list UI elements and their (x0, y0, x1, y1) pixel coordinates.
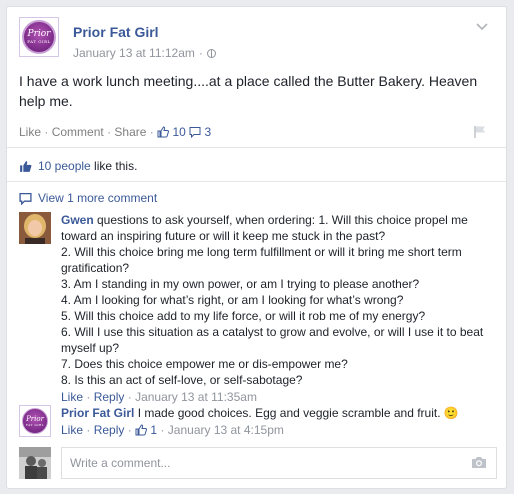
action-dot: · (149, 125, 154, 139)
comment-timestamp[interactable]: January 13 at 11:35am (135, 390, 257, 404)
comment-line: 7. Does this choice empower me or dis-em… (61, 357, 348, 371)
thumbs-up-icon (157, 126, 170, 138)
comment-like-button[interactable]: Like (61, 390, 83, 404)
likes-count-link[interactable]: 10 people (38, 159, 91, 173)
divider (7, 147, 506, 148)
action-dot: · (107, 125, 112, 139)
comment-text: I made good choices. Egg and veggie scra… (134, 406, 441, 420)
comment-line: 5. Will this choice add to my life force… (61, 309, 426, 323)
action-dot: · (44, 125, 49, 139)
logo-text-line2: FAT GIRL (25, 422, 45, 427)
smile-emoji: 🙂 (443, 406, 459, 420)
thumbs-up-icon (20, 160, 32, 172)
page-avatar[interactable]: Prior FAT GIRL (19, 17, 59, 57)
likes-summary: 10 people like this. (19, 157, 137, 175)
action-dot: · (86, 423, 91, 437)
comment-text: questions to ask yourself, when ordering… (61, 213, 468, 243)
comment-line: 6. Will I use this situation as a cataly… (61, 325, 484, 355)
post-comment-count[interactable]: 3 (205, 125, 212, 139)
comment-bubble-icon (19, 192, 32, 205)
comment-actions: Like · Reply · January 13 at 11:35am (61, 389, 496, 405)
post-card: Prior FAT GIRL Prior Fat Girl January 13… (6, 6, 507, 489)
comment-like-count[interactable]: 1 (150, 423, 157, 437)
view-more-comments[interactable]: View 1 more comment (19, 189, 157, 207)
likes-suffix: like this. (90, 159, 138, 173)
comment-reply-button[interactable]: Reply (94, 423, 125, 437)
comment-actions: Like · Reply · 1 · January 13 at 4:15pm (61, 422, 496, 438)
camera-icon[interactable] (471, 456, 487, 469)
action-dot: · (86, 390, 91, 404)
meta-separator: · (198, 46, 203, 60)
view-more-label[interactable]: View 1 more comment (38, 191, 157, 205)
flag-icon[interactable] (473, 125, 487, 139)
action-dot: · (127, 423, 132, 437)
post-actions: Like · Comment · Share · 10 3 (19, 125, 495, 141)
comment-body: Gwen questions to ask yourself, when ord… (61, 212, 496, 405)
comment-line: 4. Am I looking for what’s right, or am … (61, 293, 404, 307)
comment-bubble-icon (189, 127, 201, 138)
comment-line: 3. Am I standing in my own power, or am … (61, 277, 420, 291)
globe-icon (206, 48, 216, 58)
chevron-down-icon[interactable] (476, 23, 488, 31)
post-like-count[interactable]: 10 (172, 125, 185, 139)
comment-input[interactable]: Write a comment... (61, 447, 497, 479)
commenter-photo (19, 212, 51, 244)
comment-reply-button[interactable]: Reply (94, 390, 125, 404)
divider (7, 181, 506, 182)
comment-line: 8. Is this an act of self-love, or self-… (61, 373, 303, 387)
post-timestamp[interactable]: January 13 at 11:12am (73, 46, 195, 60)
comment-item: Prior FAT GIRL Prior Fat Girl I made goo… (19, 405, 496, 441)
current-user-photo (19, 447, 51, 479)
logo-text-line2: FAT GIRL (27, 39, 51, 44)
post-text: I have a work lunch meeting....at a plac… (19, 73, 478, 109)
avatar[interactable] (19, 212, 51, 244)
comment-line: 2. Will this choice bring me long term f… (61, 245, 462, 275)
logo-text-line1: Prior (27, 29, 51, 39)
avatar (19, 447, 51, 479)
thumbs-up-icon (135, 424, 148, 436)
avatar[interactable]: Prior FAT GIRL (19, 405, 51, 437)
comment-timestamp[interactable]: January 13 at 4:15pm (168, 423, 284, 437)
action-dot: · (160, 423, 165, 437)
post-header: Prior FAT GIRL Prior Fat Girl January 13… (19, 17, 496, 61)
comment-button[interactable]: Comment (52, 125, 104, 139)
comment-author[interactable]: Gwen (61, 213, 94, 227)
action-dot: · (127, 390, 132, 404)
comment-author[interactable]: Prior Fat Girl (61, 406, 134, 420)
post-author[interactable]: Prior Fat Girl (73, 24, 159, 40)
like-button[interactable]: Like (19, 125, 41, 139)
comment-body: Prior Fat Girl I made good choices. Egg … (61, 405, 496, 438)
share-button[interactable]: Share (114, 125, 146, 139)
comment-item: Gwen questions to ask yourself, when ord… (19, 212, 496, 405)
comment-like-button[interactable]: Like (61, 423, 83, 437)
prior-fat-girl-logo: Prior FAT GIRL (22, 20, 56, 54)
prior-fat-girl-logo: Prior FAT GIRL (22, 408, 48, 434)
post-meta: January 13 at 11:12am · (73, 46, 216, 60)
logo-text-line1: Prior (26, 414, 44, 423)
write-comment-row: Write a comment... (19, 447, 497, 479)
